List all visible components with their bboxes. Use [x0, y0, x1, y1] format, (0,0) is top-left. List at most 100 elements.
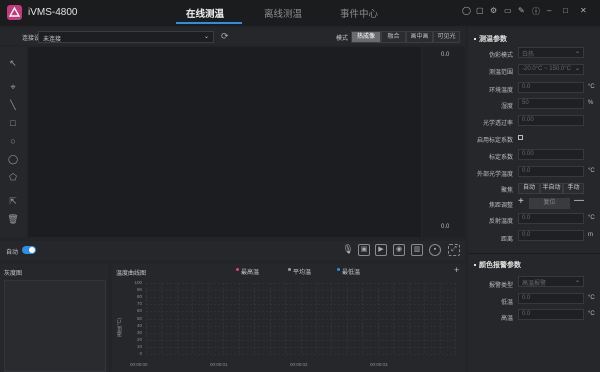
chevron-down-icon: ⌄ — [574, 66, 580, 72]
param-input[interactable]: 50 — [518, 98, 584, 109]
curve-title: 温度曲线图 — [116, 271, 147, 277]
alarm-low-input[interactable]: 0.0 — [518, 293, 584, 304]
param-value: 0.0 — [522, 168, 531, 174]
zoom-label: 焦距调整 — [488, 203, 513, 209]
window-icon[interactable]: ▥ — [411, 244, 423, 256]
param-unit: °C — [588, 84, 595, 90]
param-value: 0.00 — [522, 151, 534, 157]
mode-fusion-button[interactable]: 融合 — [381, 31, 406, 43]
curve-yaxis-label: 温度(°C) — [117, 318, 123, 337]
param-label: 测温范围 — [488, 70, 513, 76]
folder-icon[interactable]: ▭ — [504, 6, 512, 15]
zoom-in-icon[interactable]: + — [518, 196, 524, 207]
y-tick-label: 90 — [136, 287, 142, 292]
focus-semi-auto-button[interactable]: 半自动 — [540, 183, 563, 194]
y-tick-label: 30 — [136, 330, 142, 335]
app-title: iVMS-4800 — [28, 7, 78, 18]
zoom-out-icon[interactable]: — — [574, 195, 584, 206]
fullscreen-icon[interactable]: ⤢ — [448, 244, 460, 256]
param-label: 启用标定系数 — [476, 138, 513, 144]
legend-max-label: 最高温 — [241, 270, 260, 276]
x-tick-label: 00:00:02 — [290, 362, 308, 367]
legend-avg-marker — [288, 268, 291, 271]
tab-offline-measure[interactable]: 离线测温 — [264, 6, 302, 20]
polygon-tool-icon[interactable]: ⬠ — [7, 171, 19, 183]
param-label: 环境温度 — [488, 88, 513, 94]
param-input[interactable]: 0.00 — [518, 149, 584, 160]
minimize-icon[interactable]: – — [547, 6, 551, 15]
point-tool-icon[interactable]: ⌖ — [7, 81, 19, 93]
y-tick-label: 20 — [136, 337, 142, 342]
param-select[interactable]: -20.0°C ~ 150.0°C ⌄ — [518, 64, 584, 75]
stop-icon[interactable]: ▪ — [429, 244, 441, 256]
y-tick-label: 100 — [134, 280, 142, 285]
x-tick-label: 00:00:01 — [210, 362, 228, 367]
section-bullet-icon — [474, 264, 476, 267]
zoom-reset-button[interactable]: 复位 — [529, 198, 570, 209]
focus-manual-button[interactable]: 手动 — [563, 183, 584, 194]
close-icon[interactable]: ✕ — [580, 6, 587, 15]
auto-label: 自动 — [6, 250, 19, 256]
reflect-temp-input[interactable]: 0.0 — [518, 213, 584, 224]
video-view[interactable] — [28, 47, 421, 237]
curve-grid — [146, 283, 456, 355]
param-value: 50 — [522, 100, 529, 106]
grayscale-image — [4, 280, 106, 372]
line-tool-icon[interactable]: ╲ — [7, 99, 19, 111]
param-label: 外部光学温度 — [476, 172, 513, 178]
settings-icon[interactable]: ⚙ — [490, 6, 497, 15]
alarm-low-unit: °C — [588, 295, 595, 301]
section-bullet-icon — [474, 38, 476, 41]
mode-pip-button[interactable]: 画中画 — [406, 31, 433, 43]
y-tick-label: 10 — [136, 344, 142, 349]
x-tick-label: 00:00:03 — [370, 362, 388, 367]
select-arrow-icon[interactable]: ↖ — [7, 57, 19, 69]
microphone-icon[interactable]: 🎙 — [342, 244, 354, 256]
select-region-icon[interactable]: ⇱ — [7, 195, 19, 207]
alarm-high-input[interactable]: 0.0 — [518, 309, 584, 320]
lock-icon[interactable]: ▢ — [476, 6, 484, 15]
mode-visible-button[interactable]: 可见光 — [433, 31, 460, 43]
tab-event-center[interactable]: 事件中心 — [340, 6, 378, 20]
auto-toggle[interactable] — [22, 246, 36, 254]
device-select[interactable]: 未连接 ⌄ — [38, 31, 214, 43]
device-select-value: 未连接 — [43, 37, 62, 43]
ellipse-tool-icon[interactable]: ◯ — [7, 153, 19, 165]
param-select[interactable]: 白热 ⌄ — [518, 47, 584, 58]
legend-max-marker — [236, 268, 239, 271]
camera-icon[interactable]: ◉ — [393, 244, 405, 256]
record-icon[interactable]: ▶ — [375, 244, 387, 256]
measure-params-title: 测温参数 — [474, 34, 507, 44]
add-curve-icon[interactable]: + — [454, 265, 459, 275]
mode-thermal-button[interactable]: 热成像 — [351, 31, 381, 43]
param-input[interactable]: 0.00 — [518, 115, 584, 126]
mode-label: 模式 — [336, 36, 349, 42]
y-tick-label: 70 — [136, 301, 142, 306]
tools-icon[interactable]: ✎ — [518, 6, 525, 15]
param-input[interactable]: 0.0 — [518, 166, 584, 177]
refresh-icon[interactable]: ⟳ — [221, 31, 229, 42]
focus-auto-button[interactable]: 自动 — [518, 183, 540, 194]
distance-unit: m — [588, 232, 593, 238]
grayscale-title: 灰度图 — [4, 271, 23, 277]
reflect-temp-label: 反射温度 — [488, 219, 513, 225]
alarm-high-unit: °C — [588, 311, 595, 317]
alarm-type-select[interactable]: 高温报警 ⌄ — [518, 276, 584, 287]
snapshot-icon[interactable]: ▣ — [358, 244, 370, 256]
legend-min-label: 最低温 — [342, 270, 361, 276]
maximize-icon[interactable]: □ — [563, 6, 568, 15]
delete-trash-icon[interactable]: 🗑 — [7, 213, 19, 225]
tab-online-measure[interactable]: 在线测温 — [186, 6, 224, 20]
chevron-down-icon: ⌄ — [574, 278, 580, 284]
rectangle-tool-icon[interactable]: □ — [7, 117, 19, 129]
param-input[interactable]: 0.0 — [518, 82, 584, 93]
circle-tool-icon[interactable]: ○ — [7, 135, 19, 147]
user-icon[interactable]: ◯ — [462, 6, 471, 15]
legend-min-marker — [337, 268, 340, 271]
info-icon[interactable]: ⓘ — [532, 6, 540, 17]
distance-input[interactable]: 0.0 — [518, 230, 584, 241]
alarm-low-label: 低温 — [500, 300, 513, 306]
y-tick-label: 0 — [139, 351, 142, 356]
calibration-checkbox[interactable] — [518, 135, 523, 140]
param-value: 0.00 — [522, 117, 534, 123]
